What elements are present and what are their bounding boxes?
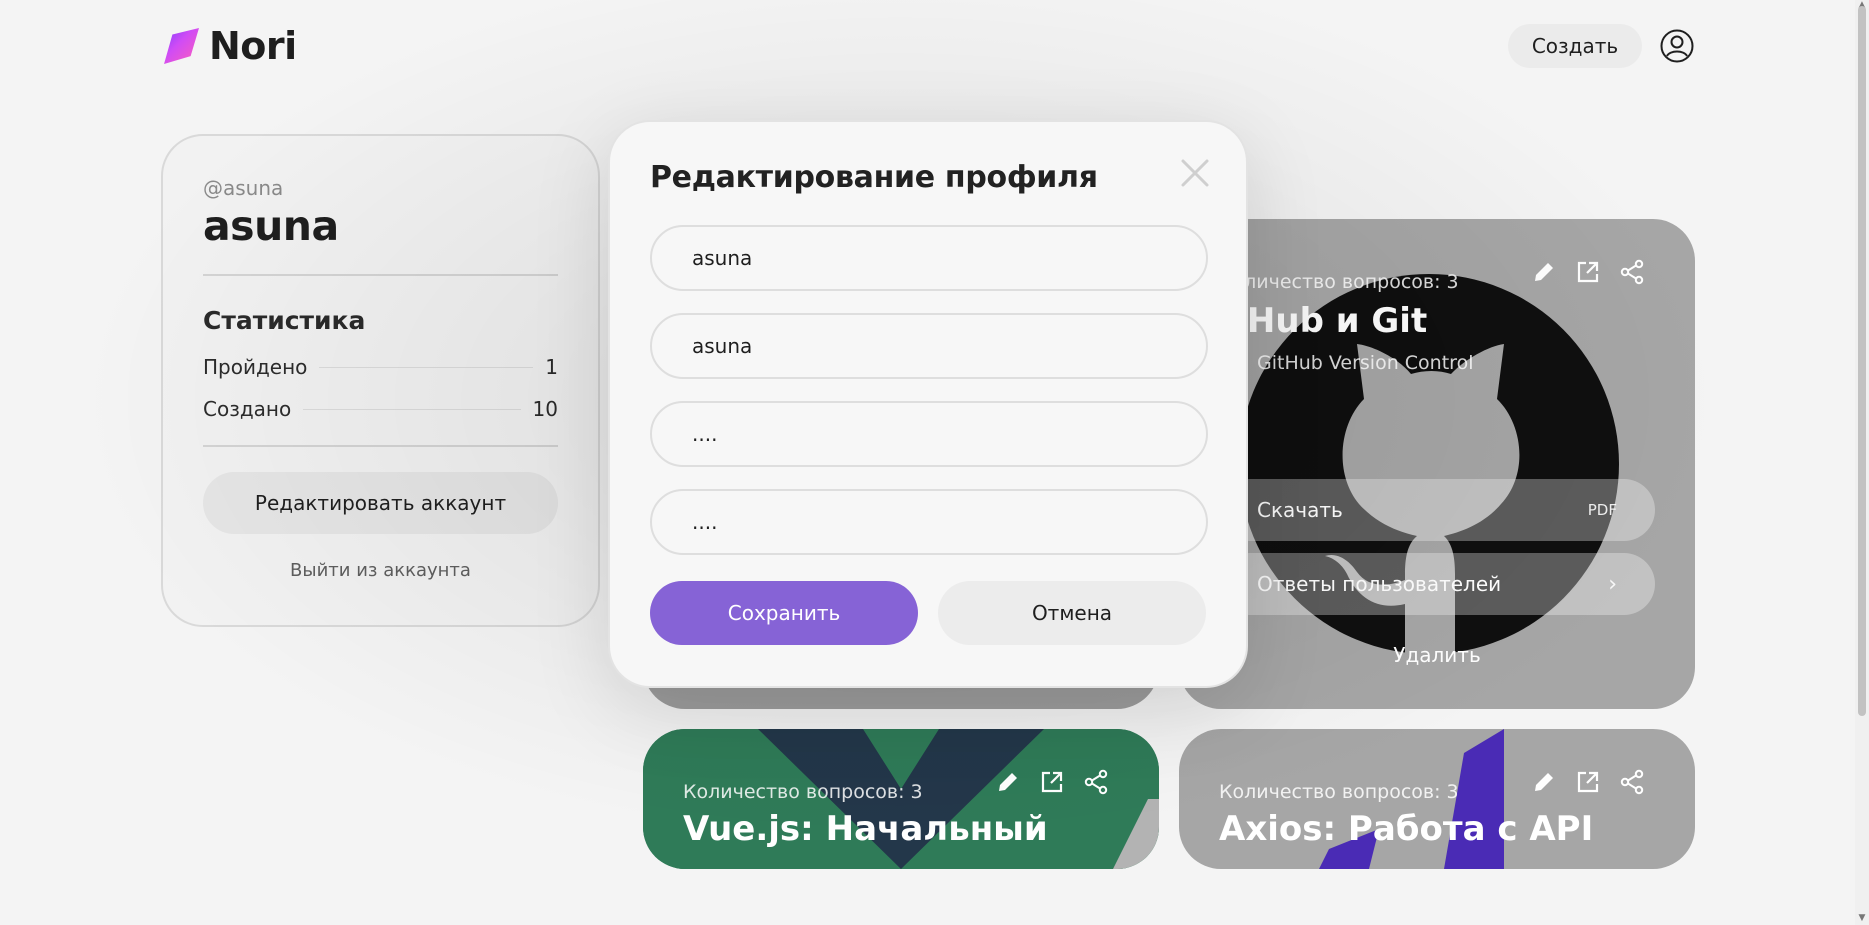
test-card-vue[interactable]: Количество вопросов: 3 Vue.js: Начальный (643, 729, 1159, 869)
external-link-icon[interactable] (1039, 769, 1065, 795)
chevron-right-icon: › (1608, 571, 1617, 597)
pencil-icon[interactable] (1531, 259, 1557, 285)
confirm-password-field[interactable] (650, 489, 1208, 555)
user-icon[interactable] (1660, 29, 1694, 63)
cancel-button[interactable]: Отмена (938, 581, 1206, 645)
brand-name: Nori (209, 24, 297, 68)
card-question-count: Количество вопросов: 3 (683, 781, 923, 803)
download-label: Скачать (1257, 498, 1343, 522)
stat-row-created: Создано 10 (203, 397, 558, 421)
card-title: Vue.js: Начальный (683, 809, 1048, 849)
card-actions (1531, 259, 1645, 285)
share-icon[interactable] (1619, 259, 1645, 285)
edit-account-button[interactable]: Редактировать аккаунт (203, 472, 558, 534)
stat-leader-line (303, 408, 521, 410)
brand-logo[interactable]: Nori (161, 24, 297, 68)
password-field[interactable] (650, 401, 1208, 467)
external-link-icon[interactable] (1575, 769, 1601, 795)
profile-name: asuna (203, 202, 339, 250)
stat-label: Пройдено (203, 355, 308, 379)
share-icon[interactable] (1083, 769, 1109, 795)
test-card-github[interactable]: Количество вопросов: 3 itHub и Git GitHu… (1179, 219, 1695, 709)
card-title: itHub и Git (1219, 301, 1428, 341)
card-actions (1531, 769, 1645, 795)
user-answers-button[interactable]: Ответы пользователей › (1219, 553, 1655, 615)
modal-buttons: Сохранить Отмена (650, 581, 1206, 645)
close-icon[interactable] (1180, 158, 1210, 188)
stat-leader-line (319, 366, 534, 368)
username-field[interactable] (650, 225, 1208, 291)
share-icon[interactable] (1619, 769, 1645, 795)
stats-title: Статистика (203, 306, 366, 335)
pencil-icon[interactable] (1531, 769, 1557, 795)
card-title: Axios: Работа с API (1219, 809, 1594, 849)
profile-card: @asuna asuna Статистика Пройдено 1 Созда… (161, 134, 600, 627)
divider (203, 274, 558, 276)
pencil-icon[interactable] (995, 769, 1021, 795)
download-button[interactable]: Скачать PDF (1219, 479, 1655, 541)
external-link-icon[interactable] (1575, 259, 1601, 285)
stat-label: Создано (203, 397, 292, 421)
scroll-down-icon[interactable]: ▼ (1857, 913, 1867, 923)
stat-value: 1 (545, 355, 558, 379)
display-name-field[interactable] (650, 313, 1208, 379)
nori-logo-icon (164, 28, 199, 64)
scrollbar-thumb[interactable] (1858, 6, 1866, 716)
stat-row-passed: Пройдено 1 (203, 355, 558, 379)
divider (203, 445, 558, 447)
user-answers-label: Ответы пользователей (1257, 572, 1502, 596)
test-card-axios[interactable]: Количество вопросов: 3 Axios: Работа с A… (1179, 729, 1695, 869)
card-subtitle: GitHub Version Control (1257, 352, 1474, 374)
create-button[interactable]: Создать (1508, 24, 1642, 68)
card-actions (995, 769, 1109, 795)
modal-title: Редактирование профиля (650, 160, 1098, 195)
card-question-count: Количество вопросов: 3 (1219, 781, 1459, 803)
stat-value: 10 (532, 397, 558, 421)
profile-handle: @asuna (203, 176, 284, 200)
page-scrollbar[interactable]: ▲ ▼ (1855, 0, 1869, 925)
save-button[interactable]: Сохранить (650, 581, 918, 645)
edit-profile-modal: Редактирование профиля Сохранить Отмена (608, 120, 1248, 688)
card-question-count: Количество вопросов: 3 (1219, 271, 1459, 293)
logout-link[interactable]: Выйти из аккаунта (203, 560, 558, 581)
pdf-tag: PDF (1587, 501, 1617, 519)
delete-link[interactable]: Удалить (1179, 643, 1695, 667)
